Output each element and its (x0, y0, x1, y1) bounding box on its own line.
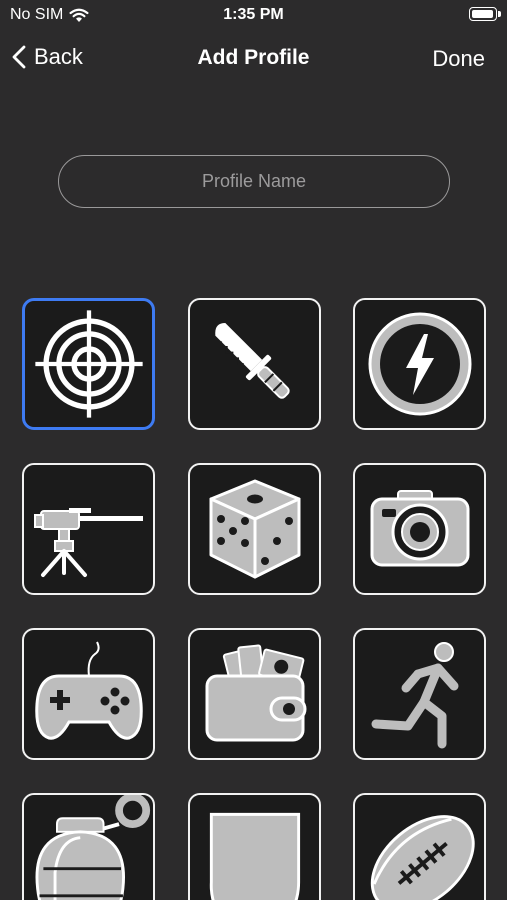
camera-icon (370, 490, 469, 567)
grenade-icon (35, 795, 151, 900)
icon-option-shield[interactable] (188, 793, 321, 900)
chevron-left-icon (12, 45, 26, 69)
icon-option-grenade[interactable] (22, 793, 155, 900)
knife-icon (214, 322, 290, 399)
battery-icon (469, 7, 501, 21)
dice-icon (209, 479, 300, 579)
back-button[interactable]: Back (12, 44, 83, 70)
runner-icon (371, 642, 458, 749)
icon-option-football[interactable] (353, 793, 486, 900)
back-label: Back (34, 44, 83, 69)
battery-fill (472, 10, 493, 18)
target-icon (34, 310, 143, 418)
done-button[interactable]: Done (432, 46, 485, 72)
icon-option-knife[interactable] (188, 298, 321, 430)
football-icon (370, 815, 475, 900)
gamepad-icon (34, 641, 143, 740)
lightning-icon (368, 312, 471, 416)
icon-option-camera[interactable] (353, 463, 486, 595)
status-bar: No SIM 1:35 PM (0, 0, 507, 32)
machine-gun-icon (33, 508, 143, 577)
wallet-icon (205, 644, 306, 742)
icon-option-wallet[interactable] (188, 628, 321, 760)
profile-name-input[interactable] (58, 155, 450, 208)
icon-option-gamepad[interactable] (22, 628, 155, 760)
icon-option-machine-gun[interactable] (22, 463, 155, 595)
shield-icon (209, 812, 301, 900)
icon-option-runner[interactable] (353, 628, 486, 760)
icon-option-lightning[interactable] (353, 298, 486, 430)
status-time: 1:35 PM (223, 6, 284, 23)
icon-option-dice[interactable] (188, 463, 321, 595)
icon-option-target[interactable] (22, 298, 155, 430)
navigation-bar: Back Add Profile Done (0, 36, 507, 80)
